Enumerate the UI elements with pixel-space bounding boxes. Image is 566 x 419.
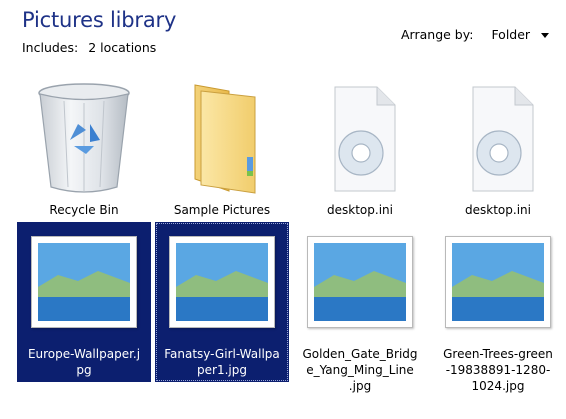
arrange-by-dropdown[interactable]: Folder bbox=[491, 27, 550, 42]
file-item-green-trees[interactable]: Green-Trees-green -19838891-1280- 1024.j… bbox=[431, 222, 565, 402]
file-item-label: desktop.ini bbox=[465, 203, 531, 217]
folder-icon bbox=[155, 74, 289, 204]
file-item-label: Fanatsy-Girl-Wallpa bbox=[164, 347, 280, 361]
recycle-bin-icon bbox=[17, 74, 151, 204]
locations-link[interactable]: 2 locations bbox=[88, 40, 156, 55]
file-item-label: Golden_Gate_Bridg bbox=[302, 347, 418, 361]
file-item-label: Sample Pictures bbox=[173, 203, 271, 217]
includes-label: Includes: bbox=[22, 40, 79, 55]
config-file-icon bbox=[431, 74, 565, 204]
file-item-label: per1.jpg bbox=[197, 363, 247, 377]
file-item-label: .jpg bbox=[348, 379, 372, 393]
file-item-desktop-ini-2[interactable]: desktop.ini bbox=[431, 74, 565, 224]
image-thumbnail bbox=[293, 222, 427, 342]
file-item-label: desktop.ini bbox=[327, 203, 393, 217]
arrange-by-value: Folder bbox=[491, 27, 531, 42]
library-includes: Includes: 2 locations bbox=[22, 40, 156, 55]
arrange-by-label: Arrange by: bbox=[401, 27, 474, 42]
file-item-label: 1024.jpg bbox=[471, 379, 525, 393]
chevron-down-icon bbox=[541, 32, 550, 38]
file-item-fantasy-wallpaper[interactable]: Fanatsy-Girl-Wallpa per1.jpg bbox=[155, 222, 289, 382]
library-title: Pictures library bbox=[22, 8, 177, 32]
explorer-window: Pictures library Includes: 2 locations A… bbox=[0, 0, 566, 419]
file-item-europe-wallpaper[interactable]: Europe-Wallpaper.j pg bbox=[17, 222, 151, 382]
file-item-label: -19838891-1280- bbox=[445, 363, 551, 377]
file-item-label: e_Yang_Ming_Line bbox=[306, 363, 414, 377]
image-thumbnail bbox=[155, 222, 289, 342]
file-item-label: Europe-Wallpaper.j bbox=[27, 347, 141, 361]
file-item-desktop-ini-1[interactable]: desktop.ini bbox=[293, 74, 427, 224]
image-thumbnail bbox=[431, 222, 565, 342]
file-item-label: pg bbox=[76, 363, 92, 377]
file-item-golden-gate[interactable]: Golden_Gate_Bridg e_Yang_Ming_Line .jpg bbox=[293, 222, 427, 402]
image-thumbnail bbox=[17, 222, 151, 342]
file-item-recycle-bin[interactable]: Recycle Bin bbox=[17, 74, 151, 224]
file-item-label: Recycle Bin bbox=[49, 203, 119, 217]
arrange-by: Arrange by: Folder bbox=[401, 27, 550, 42]
config-file-icon bbox=[293, 74, 427, 204]
file-item-sample-pictures[interactable]: Sample Pictures bbox=[155, 74, 289, 224]
file-item-label: Green-Trees-green bbox=[443, 347, 553, 361]
